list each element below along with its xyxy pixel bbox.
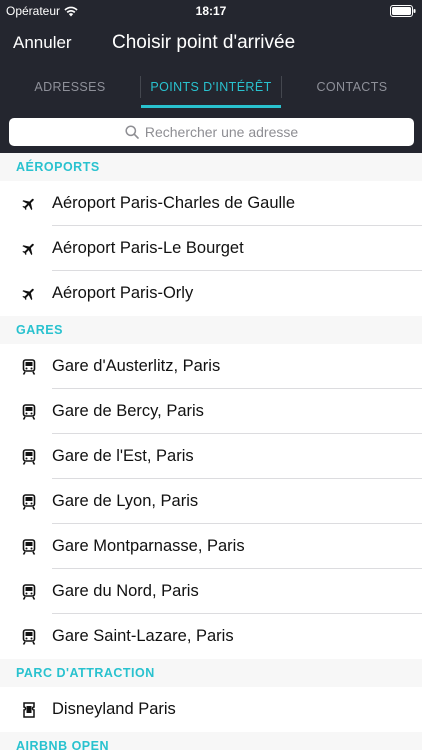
list-item[interactable]: Gare d'Austerlitz, Paris bbox=[0, 344, 422, 389]
list-item[interactable]: Aéroport Paris-Charles de Gaulle bbox=[0, 181, 422, 226]
list-item-label: Gare de Lyon, Paris bbox=[52, 492, 199, 510]
list-item[interactable]: Gare de Lyon, Paris bbox=[0, 479, 422, 524]
section-header-stations: GARES bbox=[0, 316, 422, 344]
nav-bar: Annuler Choisir point d'arrivée bbox=[0, 28, 422, 60]
airplane-icon bbox=[0, 286, 52, 302]
train-icon bbox=[0, 583, 52, 600]
train-icon bbox=[0, 628, 52, 645]
header: Opérateur 18:17 Annuler Choisir point d'… bbox=[0, 0, 422, 153]
cancel-button[interactable]: Annuler bbox=[13, 33, 72, 53]
list-item-label: Aéroport Paris-Orly bbox=[52, 284, 194, 302]
list-item-label: Aéroport Paris-Charles de Gaulle bbox=[52, 194, 296, 212]
list-item-label: Gare du Nord, Paris bbox=[52, 582, 199, 600]
section-header-airports: AÉROPORTS bbox=[0, 153, 422, 181]
train-icon bbox=[0, 538, 52, 555]
section-header-theme-parks: PARC D'ATTRACTION bbox=[0, 659, 422, 687]
poi-list: AÉROPORTS Aéroport Paris-Charles de Gaul… bbox=[0, 153, 422, 750]
status-bar: Opérateur 18:17 bbox=[0, 0, 422, 22]
tab-bar: ADRESSES POINTS D'INTÉRÊT CONTACTS bbox=[0, 74, 422, 110]
train-icon bbox=[0, 493, 52, 510]
tab-points-of-interest[interactable]: POINTS D'INTÉRÊT bbox=[141, 74, 281, 110]
list-item[interactable]: Gare de l'Est, Paris bbox=[0, 434, 422, 479]
train-icon bbox=[0, 358, 52, 375]
list-item-label: Gare de l'Est, Paris bbox=[52, 447, 194, 465]
train-icon bbox=[0, 403, 52, 420]
list-item[interactable]: Aéroport Paris-Le Bourget bbox=[0, 226, 422, 271]
list-item-label: Gare Montparnasse, Paris bbox=[52, 537, 245, 555]
list-item[interactable]: Gare du Nord, Paris bbox=[0, 569, 422, 614]
airplane-icon bbox=[0, 196, 52, 212]
list-item-label: Gare de Bercy, Paris bbox=[52, 402, 204, 420]
battery-icon bbox=[390, 5, 416, 17]
search-placeholder: Rechercher une adresse bbox=[144, 124, 299, 140]
list-item[interactable]: Gare de Bercy, Paris bbox=[0, 389, 422, 434]
list-item-label: Gare d'Austerlitz, Paris bbox=[52, 357, 221, 375]
tab-contacts[interactable]: CONTACTS bbox=[282, 74, 422, 110]
section-header-airbnb-open: AIRBNB OPEN bbox=[0, 732, 422, 750]
search-input[interactable]: Rechercher une adresse bbox=[9, 118, 414, 146]
train-icon bbox=[0, 448, 52, 465]
status-time: 18:17 bbox=[195, 4, 227, 18]
list-item[interactable]: Disneyland Paris bbox=[0, 687, 422, 732]
list-item-label: Aéroport Paris-Le Bourget bbox=[52, 239, 244, 257]
list-item-label: Gare Saint-Lazare, Paris bbox=[52, 627, 234, 645]
list-item[interactable]: Gare Montparnasse, Paris bbox=[0, 524, 422, 569]
search-icon bbox=[125, 125, 139, 139]
list-item[interactable]: Aéroport Paris-Orly bbox=[0, 271, 422, 316]
list-item-label: Disneyland Paris bbox=[52, 700, 176, 718]
tab-addresses[interactable]: ADRESSES bbox=[0, 74, 140, 110]
list-item[interactable]: Gare Saint-Lazare, Paris bbox=[0, 614, 422, 659]
airplane-icon bbox=[0, 241, 52, 257]
page-title: Choisir point d'arrivée bbox=[112, 32, 296, 53]
ticket-icon bbox=[0, 701, 52, 718]
